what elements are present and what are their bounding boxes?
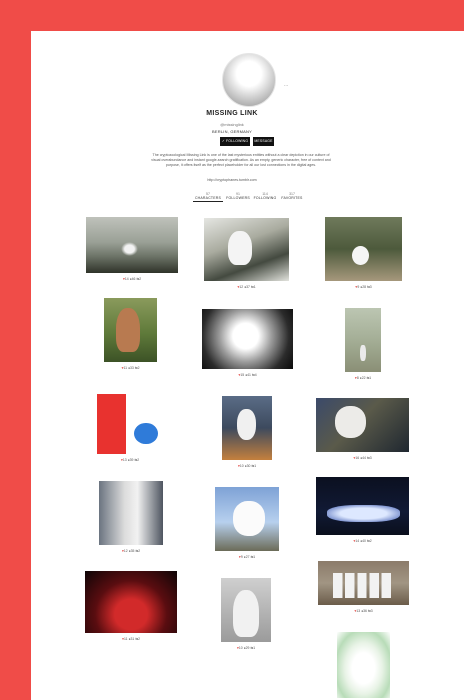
character-image[interactable] [337, 632, 390, 698]
item-stats: ♥10 ●30 ⇆1 [237, 464, 257, 468]
profile-bio: The cryptozoological Missing Link is one… [151, 153, 331, 168]
item-stats: ♥12 ●37 ⇆1 [237, 285, 256, 289]
message-button[interactable]: MESSAGE [253, 137, 274, 146]
item-stats: ♥9 ●28 ⇆3 [355, 285, 372, 289]
profile-handle: @missinglink [220, 122, 244, 127]
profile-avatar[interactable] [222, 53, 276, 107]
tab-label: CHARACTERS [193, 196, 223, 202]
character-image[interactable] [222, 396, 272, 460]
tab-characters[interactable]: 57 CHARACTERS [193, 192, 223, 202]
item-stats: ♥15 ●41 ⇆4 [238, 373, 257, 377]
tab-label: FOLLOWERS [226, 196, 250, 200]
tab-following[interactable]: 114 FOLLOWING [250, 192, 280, 201]
tab-followers[interactable]: 91 FOLLOWERS [223, 192, 253, 201]
character-image[interactable] [221, 578, 271, 642]
character-image[interactable] [86, 217, 178, 273]
item-stats: ♥11 ●33 ⇆2 [121, 366, 140, 370]
character-image[interactable] [104, 298, 157, 362]
item-stats: ♥14 ●40 ⇆2 [353, 539, 372, 543]
character-image[interactable] [202, 309, 293, 369]
character-image[interactable] [97, 394, 163, 454]
more-options-icon[interactable]: ... [284, 82, 288, 88]
character-image[interactable] [316, 398, 409, 452]
character-image[interactable] [204, 218, 289, 281]
item-stats: ♥10 ●29 ⇆1 [236, 646, 256, 650]
following-button[interactable]: ✓ FOLLOWING [220, 137, 250, 146]
item-stats: ♥13 ●39 ⇆2 [120, 458, 140, 462]
item-stats: ♥14 ●46 ⇆2 [122, 277, 142, 281]
item-stats: ♥12 ●35 ⇆2 [121, 549, 141, 553]
character-image[interactable] [325, 217, 402, 281]
character-image[interactable] [316, 477, 409, 535]
profile-name: MISSING LINK [206, 110, 258, 117]
profile-url-link[interactable]: http://cryptophanes.tumblr.com [0, 178, 464, 182]
item-stats: ♥11 ●31 ⇆2 [121, 637, 141, 641]
character-image[interactable] [99, 481, 163, 545]
character-image[interactable] [215, 487, 279, 551]
character-image[interactable] [318, 561, 409, 605]
profile-location: BERLIN, GERMANY [212, 129, 252, 134]
tab-label: FOLLOWING [253, 196, 277, 200]
item-stats: ♥8 ●22 ⇆1 [354, 376, 372, 380]
item-stats: ♥16 ●44 ⇆3 [353, 456, 372, 460]
tab-favorites[interactable]: 317 FAVORITES [277, 192, 307, 201]
item-stats: ♥13 ●36 ⇆3 [354, 609, 373, 613]
tab-label: FAVORITES [281, 196, 303, 200]
character-image[interactable] [345, 308, 381, 372]
item-stats: ♥9 ●27 ⇆1 [238, 555, 256, 559]
character-image[interactable] [85, 571, 177, 633]
